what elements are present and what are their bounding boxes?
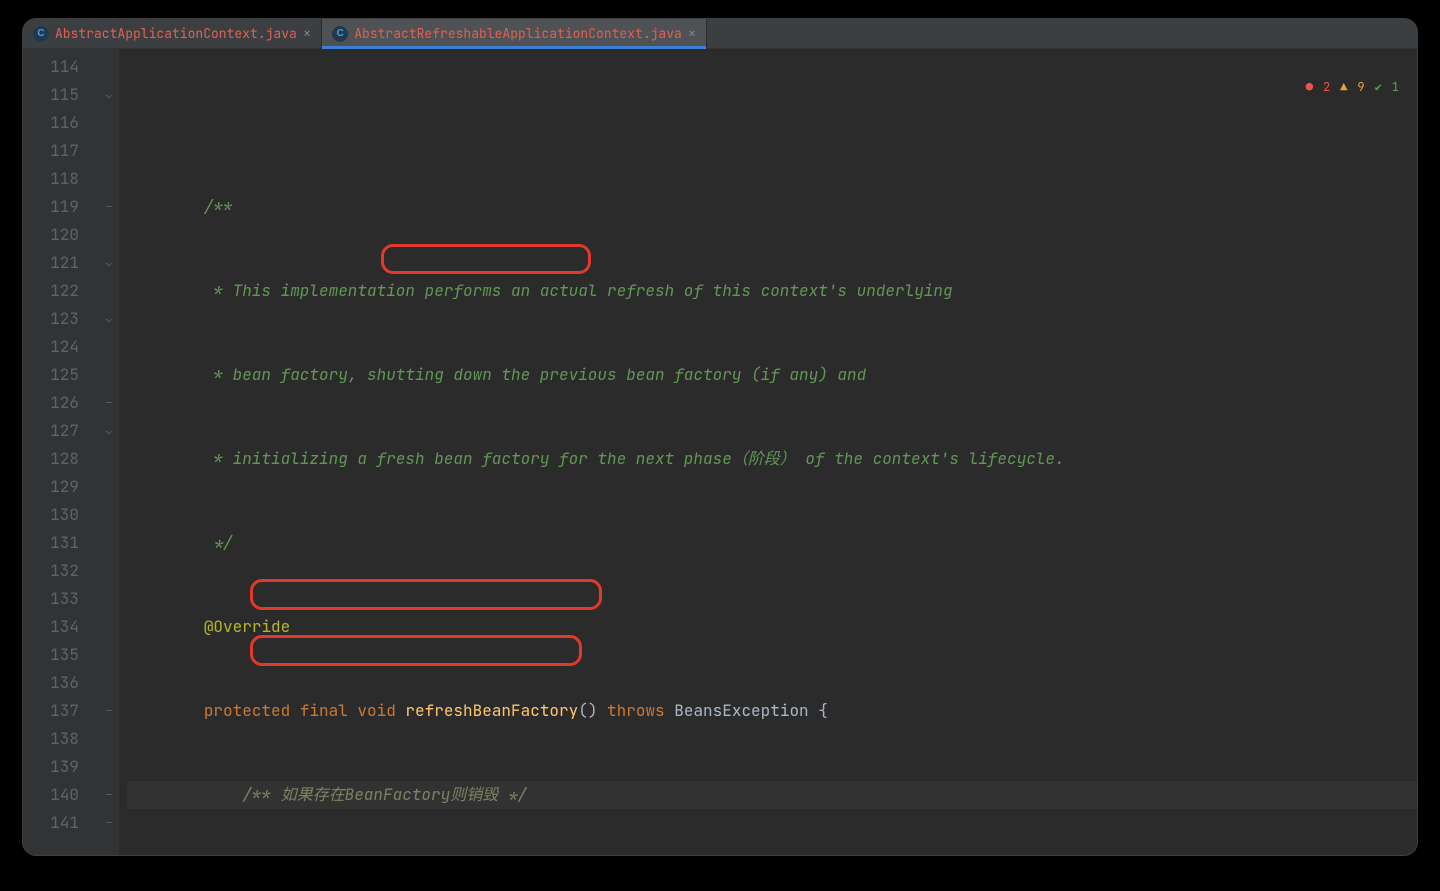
code-line[interactable]: * This implementation performs an actual… <box>127 277 1417 305</box>
code-line[interactable]: @Override <box>127 613 1417 641</box>
close-icon[interactable]: × <box>303 25 311 43</box>
problems-indicator[interactable]: ● 2 ▲ 9 ✔ 1 <box>1306 79 1399 95</box>
tab-label: AbstractRefreshableApplicationContext.ja… <box>354 25 682 42</box>
line-number: 141 <box>23 809 79 837</box>
line-number: 122 <box>23 277 79 305</box>
line-number: 132 <box>23 557 79 585</box>
tab-abstract-refreshable-application-context[interactable]: C AbstractRefreshableApplicationContext.… <box>322 19 707 48</box>
fold-column: ⌄ — ⌄ ⌄ — ⌄ — — — <box>99 49 119 855</box>
line-number: 134 <box>23 613 79 641</box>
fold-icon[interactable]: — <box>99 809 119 837</box>
java-class-icon: C <box>33 26 49 42</box>
line-number: 119 <box>23 193 79 221</box>
line-number: 123 <box>23 305 79 333</box>
line-number: 124 <box>23 333 79 361</box>
check-icon: ✔ <box>1375 79 1382 95</box>
close-icon[interactable]: × <box>688 25 696 43</box>
highlight-refreshbeanfactory <box>381 244 591 274</box>
code-line[interactable] <box>127 109 1417 137</box>
code-line[interactable]: * initializing a fresh bean factory for … <box>127 445 1417 473</box>
code-line-current[interactable]: /** 如果存在BeanFactory则销毁 */ <box>127 781 1417 809</box>
line-number: 120 <box>23 221 79 249</box>
line-number: 125 <box>23 361 79 389</box>
line-number: 117 <box>23 137 79 165</box>
tab-label: AbstractApplicationContext.java <box>55 25 297 42</box>
code-line[interactable]: * bean factory, shutting down the previo… <box>127 361 1417 389</box>
code-line[interactable]: protected final void refreshBeanFactory(… <box>127 697 1417 725</box>
fold-icon[interactable]: — <box>99 697 119 725</box>
tab-abstract-application-context[interactable]: C AbstractApplicationContext.java × <box>23 19 322 48</box>
fold-icon[interactable]: — <box>99 781 119 809</box>
line-number: 133 <box>23 585 79 613</box>
error-count: 2 <box>1323 79 1330 95</box>
fold-icon[interactable] <box>99 53 119 81</box>
line-number: 115 <box>23 81 79 109</box>
line-number: 129 <box>23 473 79 501</box>
line-number: 136 <box>23 669 79 697</box>
line-number: 139 <box>23 753 79 781</box>
line-number: 114 <box>23 53 79 81</box>
error-icon: ● <box>1306 79 1313 95</box>
ok-count: 1 <box>1392 79 1399 95</box>
code-line[interactable]: */ <box>127 529 1417 557</box>
line-number: 116 <box>23 109 79 137</box>
line-number: 126 <box>23 389 79 417</box>
highlight-customizebeanfactory <box>250 579 602 610</box>
warning-icon: ▲ <box>1340 79 1347 95</box>
editor[interactable]: 114 115 116 117 118 119 120 121 122 123 … <box>23 49 1417 855</box>
gutter: 114 115 116 117 118 119 120 121 122 123 … <box>23 49 99 855</box>
line-number: 137 <box>23 697 79 725</box>
code-area[interactable]: /** * This implementation performs an ac… <box>119 49 1417 855</box>
line-number: 131 <box>23 529 79 557</box>
line-number: 121 <box>23 249 79 277</box>
line-number: 130 <box>23 501 79 529</box>
java-class-icon: C <box>332 26 348 42</box>
fold-icon[interactable]: ⌄ <box>99 249 119 277</box>
line-number: 127 <box>23 417 79 445</box>
line-number: 138 <box>23 725 79 753</box>
fold-icon[interactable]: ⌄ <box>99 305 119 333</box>
tab-bar: C AbstractApplicationContext.java × C Ab… <box>23 19 1417 49</box>
line-number: 140 <box>23 781 79 809</box>
fold-icon[interactable]: — <box>99 193 119 221</box>
fold-icon[interactable]: ⌄ <box>99 81 119 109</box>
fold-icon[interactable]: ⌄ <box>99 417 119 445</box>
line-number: 118 <box>23 165 79 193</box>
ide-window: C AbstractApplicationContext.java × C Ab… <box>22 18 1418 856</box>
code-line[interactable]: /** <box>127 193 1417 221</box>
warning-count: 9 <box>1357 79 1364 95</box>
line-number: 128 <box>23 445 79 473</box>
fold-icon[interactable]: — <box>99 389 119 417</box>
line-number: 135 <box>23 641 79 669</box>
